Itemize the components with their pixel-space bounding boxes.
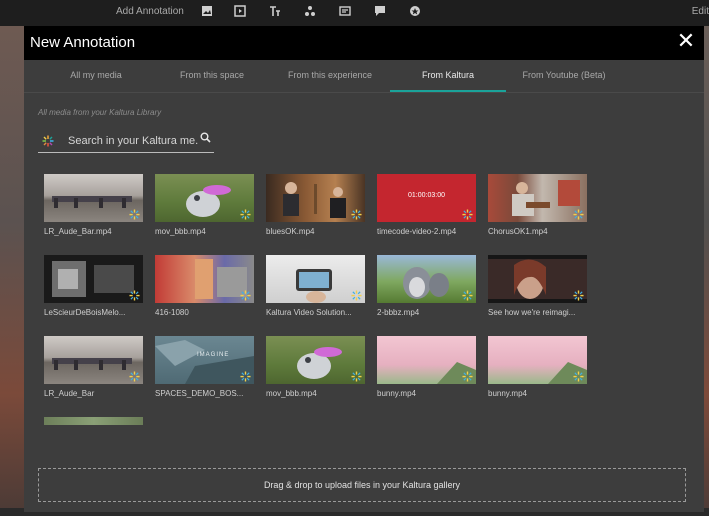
- kaltura-badge-icon: [462, 290, 473, 301]
- tab-all-my-media[interactable]: All my media: [36, 60, 156, 90]
- media-name: ChorusOK1.mp4: [488, 227, 548, 236]
- media-name: 416-1080: [155, 308, 189, 317]
- kaltura-badge-icon: [240, 209, 251, 220]
- media-name: SPACES_DEMO_BOS...: [155, 389, 244, 398]
- new-annotation-modal: New Annotation ✕ All my media From this …: [24, 26, 704, 512]
- search-input[interactable]: [68, 133, 198, 149]
- kaltura-logo-icon: [42, 135, 54, 147]
- media-thumbnail[interactable]: 01:00:03:00: [377, 174, 476, 222]
- tab-from-this-space[interactable]: From this space: [152, 60, 272, 90]
- kaltura-badge-icon: [240, 290, 251, 301]
- media-name: timecode-video-2.mp4: [377, 227, 457, 236]
- card-icon[interactable]: [338, 5, 352, 19]
- media-thumbnail[interactable]: [266, 255, 365, 303]
- timecode-text: 01:00:03:00: [408, 192, 445, 199]
- search-box: [38, 130, 214, 153]
- media-name: LeScieurDeBoisMelo...: [44, 308, 126, 317]
- search-icon[interactable]: [200, 132, 211, 146]
- media-name: 2-bbbz.mp4: [377, 308, 420, 317]
- media-name: mov_bbb.mp4: [155, 227, 206, 236]
- tab-from-youtube[interactable]: From Youtube (Beta): [506, 60, 622, 90]
- media-source-tabs: All my media From this space From this e…: [24, 60, 704, 93]
- badge-icon[interactable]: [408, 5, 422, 19]
- close-icon[interactable]: ✕: [674, 29, 698, 53]
- media-thumbnail[interactable]: [44, 255, 143, 303]
- text-icon[interactable]: [268, 5, 282, 19]
- thumbnail-overlay-text: IMAGINE: [197, 352, 230, 358]
- upload-dropzone[interactable]: Drag & drop to upload files in your Kalt…: [38, 468, 686, 502]
- media-name: Kaltura Video Solution...: [266, 308, 352, 317]
- kaltura-badge-icon: [129, 371, 140, 382]
- kaltura-badge-icon: [462, 371, 473, 382]
- media-thumbnail[interactable]: [488, 174, 587, 222]
- background-scene-left: [0, 26, 24, 516]
- video-icon[interactable]: [233, 5, 247, 19]
- media-name: bunny.mp4: [377, 389, 416, 398]
- kaltura-badge-icon: [129, 209, 140, 220]
- kaltura-badge-icon: [240, 371, 251, 382]
- media-thumbnail[interactable]: [377, 255, 476, 303]
- kaltura-badge-icon: [462, 209, 473, 220]
- media-thumbnail[interactable]: IMAGINE: [155, 336, 254, 384]
- kaltura-badge-icon: [129, 290, 140, 301]
- library-note: All media from your Kaltura Library: [38, 108, 162, 117]
- media-name: bunny.mp4: [488, 389, 527, 398]
- kaltura-badge-icon: [573, 209, 584, 220]
- media-thumbnail[interactable]: [44, 336, 143, 384]
- kaltura-badge-icon: [351, 371, 362, 382]
- media-thumbnail[interactable]: [155, 174, 254, 222]
- image-icon[interactable]: [200, 5, 214, 19]
- media-thumbnail[interactable]: [377, 336, 476, 384]
- kaltura-badge-icon: [351, 209, 362, 220]
- media-name: bluesOK.mp4: [266, 227, 315, 236]
- add-annotation-label: Add Annotation: [116, 6, 184, 17]
- media-thumbnail[interactable]: [266, 174, 365, 222]
- media-thumbnail[interactable]: [44, 417, 143, 425]
- modal-header: New Annotation ✕: [24, 26, 704, 60]
- media-name: mov_bbb.mp4: [266, 389, 317, 398]
- edit-link[interactable]: Edit: [692, 6, 709, 17]
- kaltura-badge-icon: [573, 371, 584, 382]
- media-name: See how we're reimagi...: [488, 308, 576, 317]
- media-thumbnail[interactable]: [155, 255, 254, 303]
- media-thumbnail[interactable]: [266, 336, 365, 384]
- modal-title: New Annotation: [30, 34, 136, 51]
- media-thumbnail[interactable]: [44, 174, 143, 222]
- app-toolbar: Add Annotation Edit: [0, 0, 709, 26]
- media-name: LR_Aude_Bar.mp4: [44, 227, 112, 236]
- kaltura-badge-icon: [351, 290, 362, 301]
- media-name: LR_Aude_Bar: [44, 389, 95, 398]
- tab-from-this-experience[interactable]: From this experience: [268, 60, 392, 90]
- media-thumbnail[interactable]: [488, 336, 587, 384]
- hotspot-icon[interactable]: [303, 5, 317, 19]
- tab-from-kaltura[interactable]: From Kaltura: [390, 60, 506, 92]
- kaltura-badge-icon: [573, 290, 584, 301]
- media-thumbnail[interactable]: [488, 255, 587, 303]
- comment-icon[interactable]: [373, 5, 387, 19]
